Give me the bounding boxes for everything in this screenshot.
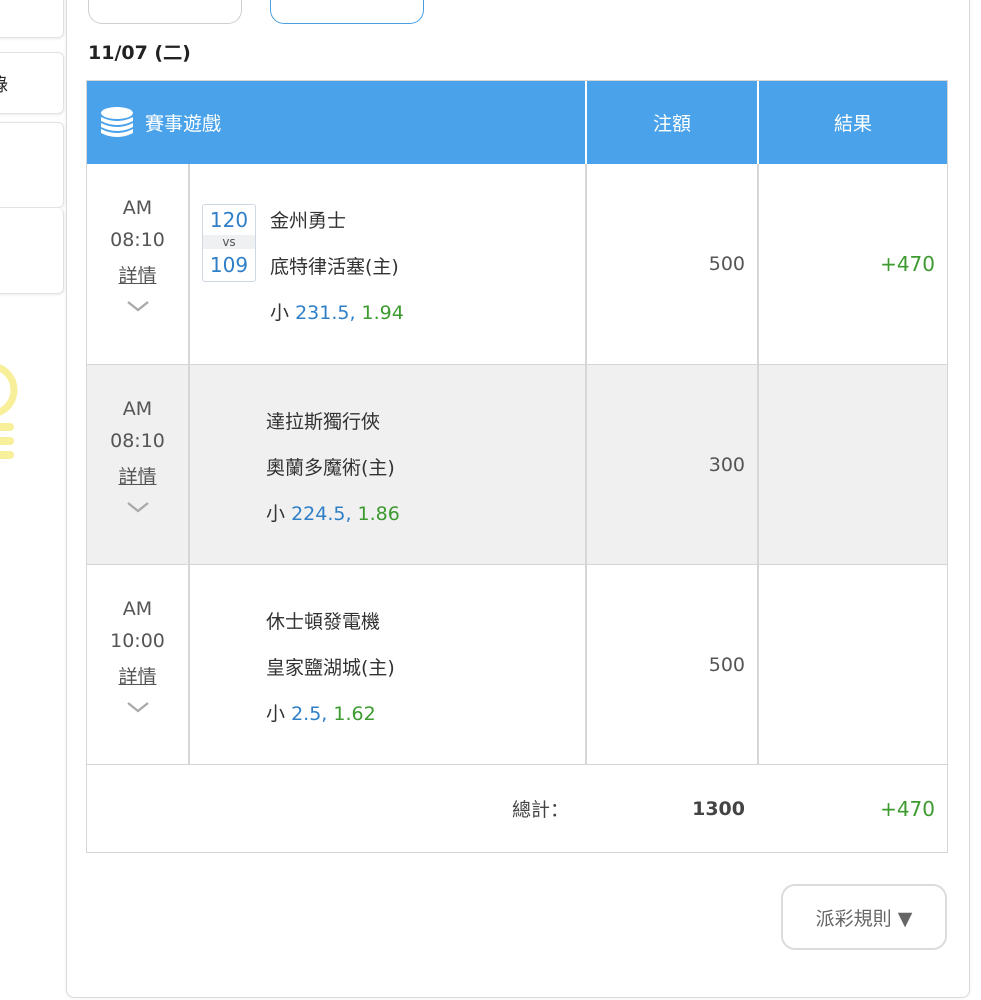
bet-table: 賽事遊戲 注額 結果 AM 08:10 詳情 120 vs 109 金州勇士 底… [86, 80, 948, 853]
time-value: 08:10 [110, 430, 165, 452]
detail-link[interactable]: 詳情 [118, 657, 156, 697]
header-bet: 注額 [587, 81, 759, 164]
filter-tab[interactable] [88, 0, 242, 24]
detail-link[interactable]: 詳情 [118, 256, 156, 296]
payout-rules-button[interactable]: 派彩規則 ▼ [781, 884, 947, 950]
bet-pick: 小 [266, 703, 286, 725]
sidebar-card[interactable] [0, 208, 64, 294]
bet-pick: 小 [270, 302, 290, 324]
bet-result [759, 365, 947, 564]
table-row: AM 08:10 詳情 120 vs 109 金州勇士 底特律活塞(主) 小 2… [87, 164, 947, 364]
bet-odds: 小 231.5, 1.94 [270, 298, 404, 325]
table-row: AM 08:10 詳情 達拉斯獨行俠 奧蘭多魔術(主) 小 224.5, 1.8… [87, 364, 947, 564]
time-value: 10:00 [110, 630, 165, 652]
table-row: AM 10:00 詳情 休士頓發電機 皇家鹽湖城(主) 小 2.5, 1.62 … [87, 564, 947, 764]
coin-stack-icon [101, 106, 133, 137]
header-game: 賽事遊戲 [87, 81, 587, 164]
bet-odds: 小 224.5, 1.86 [266, 499, 400, 526]
team-away: 金州勇士 [270, 210, 347, 232]
score-home: 120 [209, 208, 249, 232]
team-away: 達拉斯獨行俠 [266, 411, 381, 433]
chevron-down-icon[interactable] [125, 699, 151, 715]
team-away: 休士頓發電機 [266, 611, 381, 633]
score-away: 109 [209, 253, 249, 277]
bet-price: 1.62 [333, 703, 376, 725]
total-result: +470 [880, 796, 935, 821]
chevron-down-icon[interactable] [125, 499, 151, 515]
sidebar-card[interactable] [0, 122, 64, 208]
bet-amount: 500 [587, 164, 759, 364]
team-home: 底特律活塞(主) [270, 256, 399, 278]
bet-line: 224.5, [291, 503, 352, 525]
bet-price: 1.94 [361, 302, 404, 324]
header-game-label: 賽事遊戲 [145, 113, 222, 135]
bet-result [759, 565, 947, 764]
match-cell: 120 vs 109 金州勇士 底特律活塞(主) 小 231.5, 1.94 [190, 164, 587, 364]
bet-line: 2.5, [291, 703, 328, 725]
time-cell: AM 10:00 詳情 [87, 565, 190, 764]
time-cell: AM 08:10 詳情 [87, 164, 190, 364]
sidebar-item-label: 錄 [0, 71, 8, 97]
team-home: 皇家鹽湖城(主) [266, 657, 395, 679]
header-result: 結果 [833, 113, 872, 135]
bet-odds: 小 2.5, 1.62 [266, 699, 376, 726]
table-header: 賽事遊戲 注額 結果 [87, 81, 947, 164]
score-box: 120 vs 109 [202, 204, 256, 282]
filter-tab-active[interactable] [270, 0, 424, 24]
chevron-down-icon[interactable] [125, 298, 151, 314]
total-label: 總計： [87, 765, 587, 852]
total-bet: 1300 [587, 765, 759, 852]
detail-link[interactable]: 詳情 [118, 457, 156, 497]
lightbulb-icon [0, 364, 18, 459]
match-cell: 達拉斯獨行俠 奧蘭多魔術(主) 小 224.5, 1.86 [190, 365, 587, 564]
sidebar: 錄 [0, 0, 66, 1000]
bet-amount: 300 [587, 365, 759, 564]
sidebar-card[interactable]: 錄 [0, 52, 64, 114]
match-cell: 休士頓發電機 皇家鹽湖城(主) 小 2.5, 1.62 [190, 565, 587, 764]
time-ampm: AM [122, 598, 153, 620]
bet-line: 231.5, [295, 302, 356, 324]
total-row: 總計： 1300 +470 [87, 764, 947, 852]
bet-result: +470 [880, 252, 935, 276]
time-cell: AM 08:10 詳情 [87, 365, 190, 564]
bet-pick: 小 [266, 503, 286, 525]
time-value: 08:10 [110, 229, 165, 251]
date-label: 11/07 (二) [88, 42, 191, 64]
bet-amount: 500 [587, 565, 759, 764]
time-ampm: AM [122, 398, 153, 420]
sidebar-card[interactable] [0, 0, 64, 38]
time-ampm: AM [122, 197, 153, 219]
bet-price: 1.86 [357, 503, 400, 525]
vs-label: vs [203, 235, 255, 249]
team-home: 奧蘭多魔術(主) [266, 457, 395, 479]
